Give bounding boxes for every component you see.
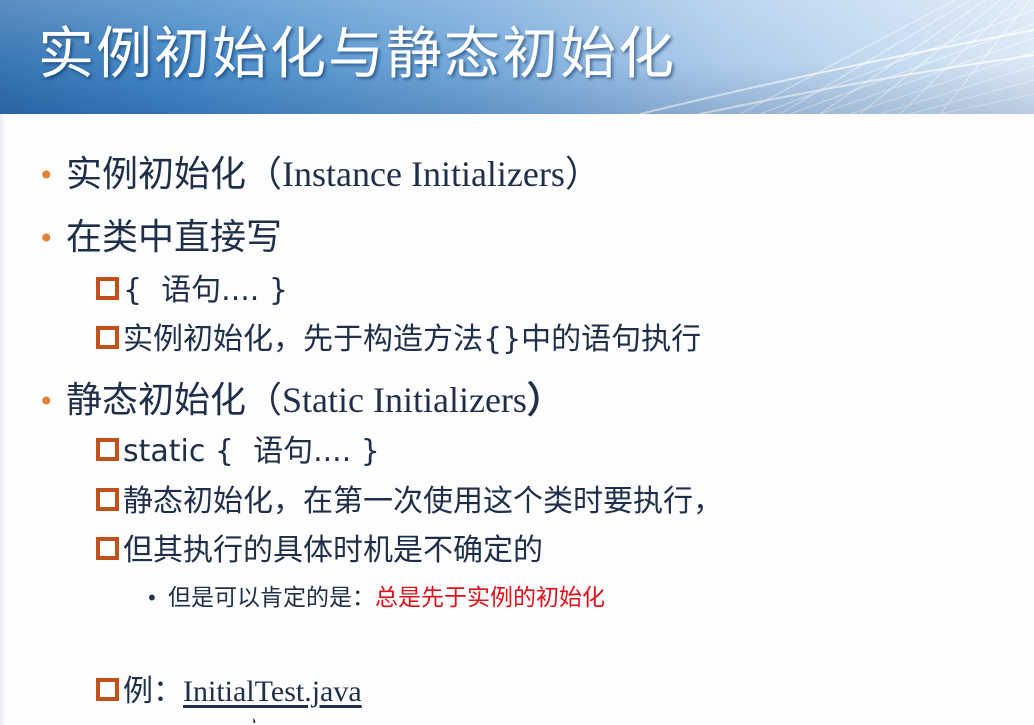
example-file-link[interactable]: InitialTest.java	[183, 675, 362, 708]
brace-open: {	[214, 434, 235, 469]
bullet-label-close: ）	[564, 154, 601, 195]
note-emphasis: 总是先于实例的初始化	[375, 585, 605, 611]
note-static-before-instance: • 但是可以肯定的是：总是先于实例的初始化	[146, 582, 605, 614]
brace-open: {	[123, 273, 143, 308]
square-bullet-icon	[96, 678, 119, 701]
left-edge-shade	[0, 114, 6, 725]
bullet-label-cn: 静态初始化（	[66, 380, 283, 421]
sub-bullet-text: 但其执行的具体时机是不确定的	[123, 533, 543, 568]
bullet-static-initializers: • 静态初始化（Static Initializers）	[38, 376, 563, 426]
bullet-label-en: Static Initializers	[282, 380, 527, 420]
sub-bullet-example: 例：InitialTest.java	[96, 672, 362, 712]
small-bullet-icon: •	[146, 586, 158, 610]
sub-bullet-statement-block: { 语句.... }	[96, 271, 288, 311]
bullet-dot-icon: •	[38, 222, 55, 255]
statement-text: 语句....	[161, 273, 260, 308]
square-bullet-icon	[96, 537, 119, 560]
statement-text: 语句....	[253, 434, 352, 469]
brace-close: }	[268, 273, 288, 308]
bullet-write-in-class: • 在类中直接写	[38, 214, 282, 263]
bullet-label: 在类中直接写	[66, 217, 283, 258]
title-banner: 实例初始化与静态初始化	[0, 0, 1034, 114]
brace-close: }	[360, 434, 380, 469]
slide-title: 实例初始化与静态初始化	[38, 22, 676, 87]
sub-bullet-text: 实例初始化，先于构造方法{}中的语句执行	[123, 322, 702, 357]
static-keyword: static	[123, 434, 206, 469]
example-prefix: 例：	[123, 674, 183, 709]
bullet-dot-icon: •	[38, 385, 55, 418]
sub-bullet-text: 静态初始化，在第一次使用这个类时要执行，	[123, 484, 723, 519]
mouse-pointer-icon	[252, 714, 257, 725]
square-bullet-icon	[96, 488, 119, 511]
square-bullet-icon	[96, 438, 119, 461]
bullet-instance-initializers: • 实例初始化（Instance Initializers）	[38, 150, 601, 200]
square-bullet-icon	[96, 326, 119, 349]
note-prefix: 但是可以肯定的是：	[168, 585, 375, 611]
sub-bullet-instance-order: 实例初始化，先于构造方法{}中的语句执行	[96, 320, 701, 360]
bullet-label-en: Instance Initializers	[282, 154, 565, 194]
sub-bullet-static-block: static { 语句.... }	[96, 432, 380, 472]
sub-bullet-static-first-use: 静态初始化，在第一次使用这个类时要执行，	[96, 482, 723, 522]
square-bullet-icon	[96, 277, 119, 300]
bullet-label-close: ）	[526, 380, 563, 421]
bullet-dot-icon: •	[38, 159, 55, 192]
bullet-label-cn: 实例初始化（	[66, 154, 283, 195]
slide: 实例初始化与静态初始化 • 实例初始化（Instance Initializers…	[0, 0, 1034, 725]
sub-bullet-timing-uncertain: 但其执行的具体时机是不确定的	[96, 531, 543, 571]
